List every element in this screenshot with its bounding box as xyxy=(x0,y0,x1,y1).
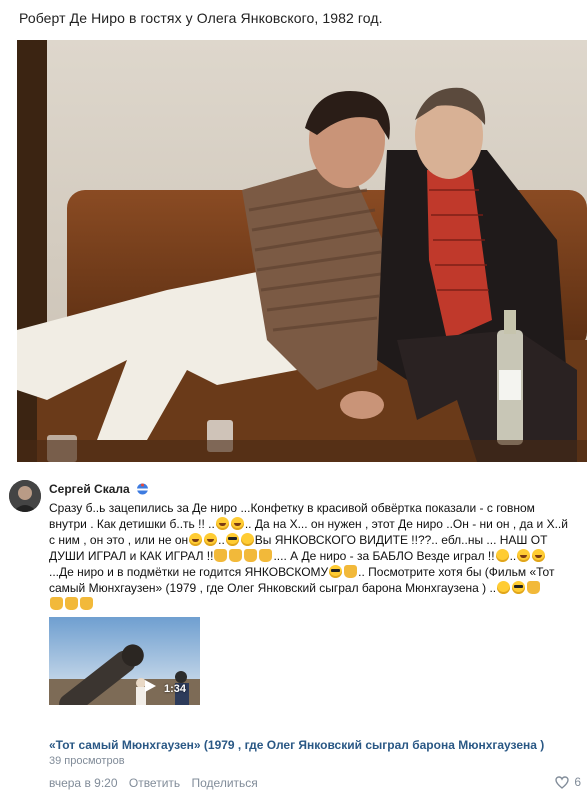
laughing-emoji-icon xyxy=(517,549,531,562)
laughing-emoji-icon xyxy=(189,533,203,546)
sunglasses-emoji-icon xyxy=(329,565,343,578)
thumbs-up-icon xyxy=(229,549,243,562)
flushed-emoji-icon xyxy=(240,533,254,546)
video-attachment[interactable]: 1:34 xyxy=(49,617,200,705)
author-name[interactable]: Сергей Скала xyxy=(49,482,130,496)
helmet-badge-icon xyxy=(136,482,149,495)
post-title: Роберт Де Ниро в гостях у Олега Янковско… xyxy=(19,10,383,26)
comment-line: самый Мюнхгаузен» (1979 , где Олег Янков… xyxy=(49,580,579,596)
victory-hand-icon xyxy=(65,597,78,610)
video-views: 39 просмотров xyxy=(49,755,125,767)
like-button[interactable]: 6 xyxy=(555,775,581,789)
play-icon[interactable] xyxy=(144,679,157,693)
like-count: 6 xyxy=(574,775,581,789)
laughing-emoji-icon xyxy=(532,549,546,562)
laughing-emoji-icon xyxy=(230,517,244,530)
comment-text: Сразу б..ь зацепились за Де ниро ...Конф… xyxy=(49,500,579,612)
comment-footer: вчера в 9:20 Ответить Поделиться xyxy=(49,776,266,790)
thumbs-up-icon xyxy=(214,549,228,562)
laughing-emoji-icon xyxy=(204,533,218,546)
fist-icon xyxy=(259,549,273,562)
wink-emoji-icon xyxy=(497,581,511,594)
photo-image xyxy=(17,40,587,462)
sunglasses-emoji-icon xyxy=(225,533,239,546)
comment-time[interactable]: вчера в 9:20 xyxy=(49,776,118,790)
sunglasses-emoji-icon xyxy=(512,581,526,594)
comment-line: ...Де ниро и в подмётки не годится ЯНКОВ… xyxy=(49,565,555,579)
share-button[interactable]: Поделиться xyxy=(192,776,258,790)
video-duration: 1:34 xyxy=(163,683,186,695)
wink-emoji-icon xyxy=(495,549,509,562)
comment-author[interactable]: Сергей Скала xyxy=(49,482,149,496)
post-photo[interactable] xyxy=(17,40,587,462)
flexed-biceps-icon xyxy=(50,597,63,610)
laughing-emoji-icon xyxy=(215,517,229,530)
comment-line: Сразу б..ь зацепились за Де ниро ...Конф… xyxy=(49,501,535,515)
comment-line: с ним , он это , или не он.. Вы ЯНКОВСКОГ… xyxy=(49,533,548,547)
thumbs-up-icon xyxy=(244,549,258,562)
comment-line xyxy=(49,596,579,612)
reply-button[interactable]: Ответить xyxy=(129,776,180,790)
comment-line: внутри . Как детишки б..ть !! .... Да на… xyxy=(49,517,568,531)
comment-line: ДУШИ ИГРАЛ и КАК ИГРАЛ !!.... А Де ниро … xyxy=(49,548,579,564)
fist-icon xyxy=(344,565,358,578)
avatar[interactable] xyxy=(9,480,41,512)
heart-icon xyxy=(555,775,570,789)
fist-icon xyxy=(527,581,541,594)
avatar-image xyxy=(9,480,41,512)
victory-hand-icon xyxy=(80,597,93,610)
video-title-link[interactable]: «Тот самый Мюнхгаузен» (1979 , где Олег … xyxy=(49,738,544,752)
comment: Сергей Скала Сразу б..ь зацепились за Де… xyxy=(0,462,587,800)
